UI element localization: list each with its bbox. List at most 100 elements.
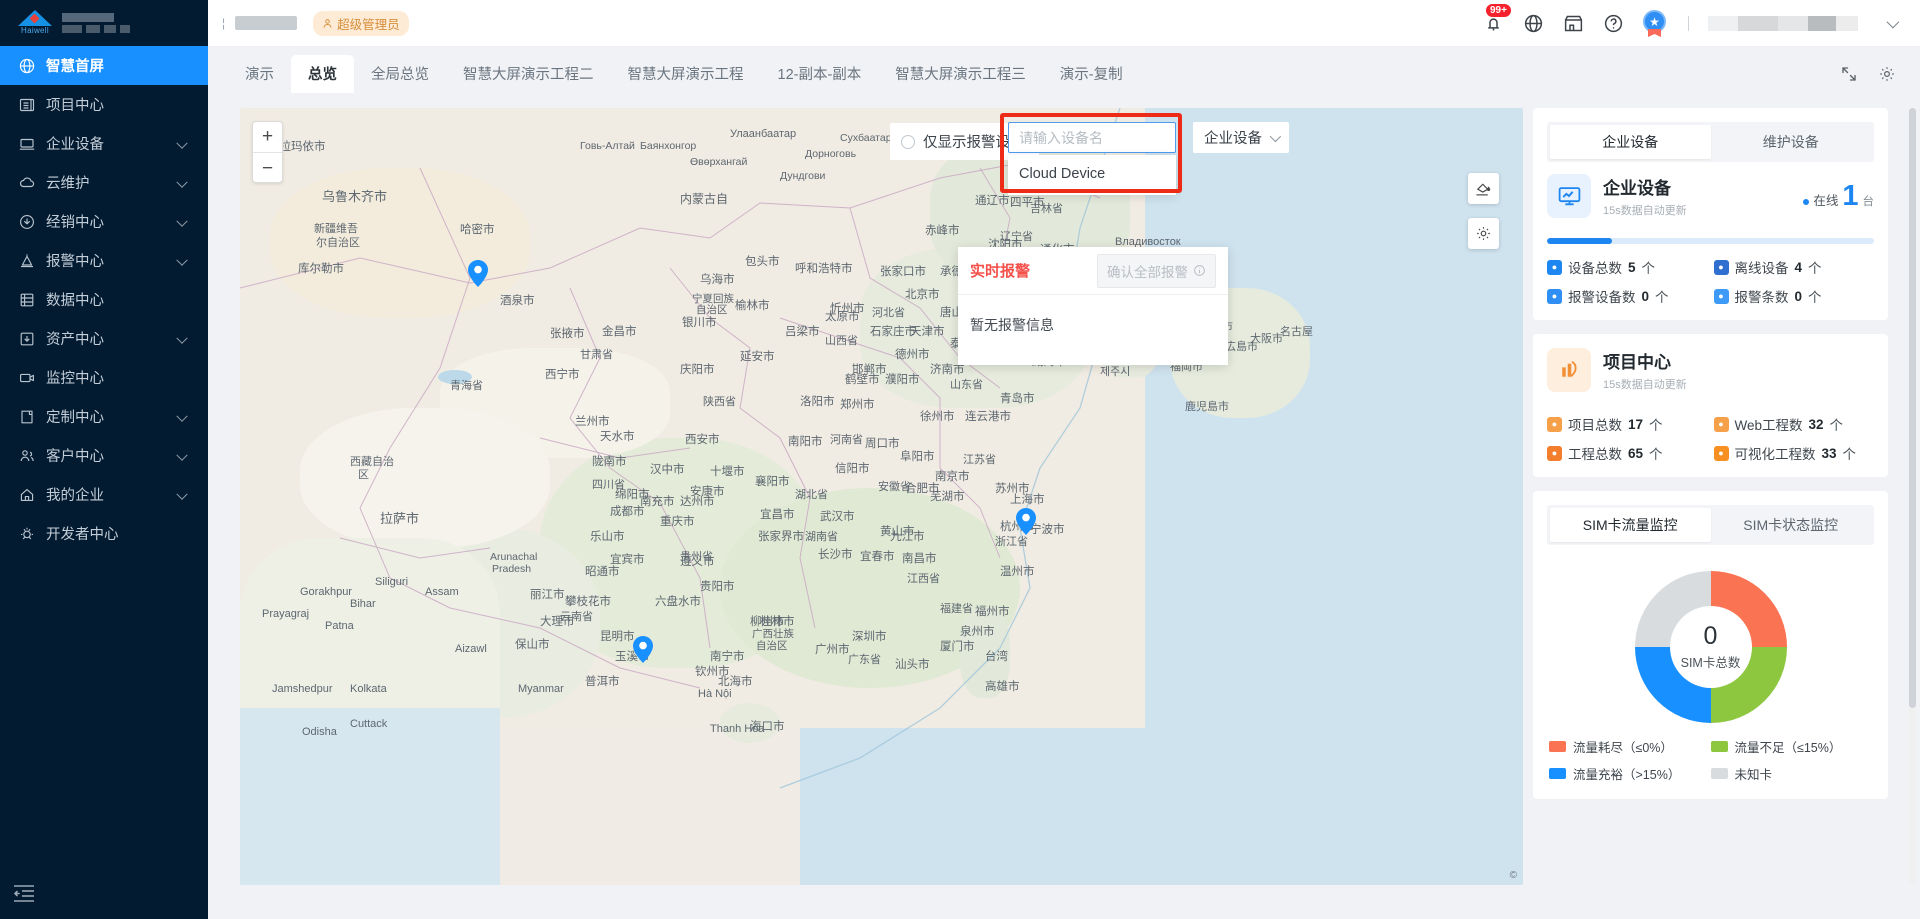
- map-marker-3[interactable]: [633, 636, 653, 663]
- sidebar-item-label: 云维护: [46, 176, 90, 192]
- chevron-down-icon[interactable]: [176, 449, 188, 461]
- alarm-only-radio[interactable]: [901, 134, 915, 149]
- medal-icon[interactable]: ★: [1643, 10, 1669, 37]
- legend-swatch: [1549, 741, 1566, 752]
- map-marker-2[interactable]: [1016, 508, 1036, 535]
- sidebar-item-6[interactable]: 报警中心: [0, 241, 208, 280]
- sidebar-item-9[interactable]: 监控中心: [0, 358, 208, 397]
- chevron-down-icon[interactable]: [176, 254, 188, 266]
- map-label: 大阪市: [1250, 333, 1283, 345]
- search-dropdown[interactable]: Cloud Device: [1008, 155, 1176, 195]
- tab-6[interactable]: 12-副本-副本: [761, 55, 879, 93]
- tab-enterprise-device[interactable]: 企业设备: [1550, 125, 1711, 159]
- tab-3[interactable]: 全局总览: [354, 55, 446, 93]
- map-label: 兰州市: [575, 416, 610, 428]
- map-label: Aizawl: [455, 643, 487, 655]
- map-label: 内蒙古自: [680, 192, 729, 206]
- tab-maintenance-device[interactable]: 维护设备: [1711, 125, 1872, 159]
- map-marker-1[interactable]: [468, 260, 488, 287]
- tab-sim-traffic-monitor[interactable]: SIM卡流量监控: [1550, 508, 1711, 542]
- enterprise-stats-grid: ● 设备总数 5 个 ● 离线设备 4 个 ● 报警设备数 0 个 ● 报警条数 0 个: [1547, 257, 1874, 306]
- map-label: 攀枝花市: [565, 596, 611, 608]
- user-name-redacted[interactable]: [1708, 15, 1858, 31]
- sidebar-item-7[interactable]: 数据中心: [0, 280, 208, 319]
- map-zoom-control[interactable]: + −: [252, 121, 283, 183]
- project-card-header: 项目中心 15s数据自动更新: [1547, 348, 1874, 392]
- map-label: 上海市: [1010, 494, 1045, 506]
- search-input-box[interactable]: [1008, 122, 1200, 153]
- fullscreen-icon[interactable]: [1840, 65, 1858, 83]
- map-label: 区: [358, 469, 369, 481]
- sidebar-item-12[interactable]: 我的企业: [0, 475, 208, 514]
- chevron-down-icon[interactable]: [176, 488, 188, 500]
- chevron-down-icon[interactable]: [1269, 130, 1282, 142]
- map-label: 南昌市: [902, 553, 937, 565]
- sidebar-item-4[interactable]: 云维护: [0, 163, 208, 202]
- map-label: 普洱市: [585, 676, 620, 688]
- collapse-sidebar-icon[interactable]: [12, 883, 36, 905]
- breadcrumb-redacted: [235, 16, 298, 30]
- map-label: 张家界市: [758, 531, 804, 543]
- map-label: 阜阳市: [900, 451, 935, 463]
- project-card-title: 项目中心: [1603, 353, 1671, 372]
- zoom-in-button[interactable]: +: [253, 122, 282, 153]
- map-settings-gear-icon[interactable]: [1468, 218, 1499, 249]
- tab-5[interactable]: 智慧大屏演示工程: [611, 55, 761, 93]
- settings-gear-icon[interactable]: [1878, 65, 1896, 83]
- map-label: 南充市: [640, 496, 675, 508]
- map-label: 北京市: [905, 289, 940, 301]
- tab-7[interactable]: 智慧大屏演示工程三: [878, 55, 1043, 93]
- sidebar-item-11[interactable]: 客户中心: [0, 436, 208, 475]
- sidebar-item-13[interactable]: 开发者中心: [0, 514, 208, 553]
- page-scrollbar[interactable]: [1909, 108, 1916, 885]
- sidebar-nav: 智慧首屏 项目中心 企业设备云维护经销中心 报警中心数据中心资产中心监控中心 定制中心客…: [0, 46, 208, 553]
- chevron-down-icon[interactable]: [176, 215, 188, 227]
- map-label: 延安市: [740, 351, 775, 363]
- chevron-down-icon[interactable]: [176, 176, 188, 188]
- sidebar-item-8[interactable]: 资产中心: [0, 319, 208, 358]
- search-input[interactable]: [1019, 129, 1200, 146]
- zoom-out-button[interactable]: −: [253, 153, 282, 184]
- help-circle-icon[interactable]: [1603, 13, 1624, 34]
- sidebar-item-label: 数据中心: [46, 293, 104, 309]
- tab-8[interactable]: 演示-复制: [1043, 55, 1140, 93]
- tab-sim-status-monitor[interactable]: SIM卡状态监控: [1711, 508, 1872, 542]
- alarm-device-icon: ●: [1547, 288, 1562, 304]
- stat-label: 可视化工程数: [1734, 447, 1816, 462]
- sidebar-item-label: 资产中心: [46, 332, 104, 348]
- ack-all-alarms-button[interactable]: 确认全部报警: [1097, 253, 1216, 288]
- map-label: 丽江市: [530, 589, 565, 601]
- sidebar-item-1[interactable]: 智慧首屏: [0, 46, 208, 85]
- stat-label: Web工程数: [1734, 418, 1803, 433]
- stat-item: ● 项目总数 17 个: [1547, 414, 1708, 434]
- sidebar-item-3[interactable]: 企业设备: [0, 124, 208, 163]
- sidebar-item-2[interactable]: 项目中心: [0, 85, 208, 124]
- map-canvas[interactable]: 乌鲁木齐市 克拉玛依市 新疆维吾 尔自治区 库尔勒市 哈密市 酒泉市 张掖市 金昌市 甘肃省 西宁市…: [240, 108, 1523, 885]
- map-label: 湖北省: [795, 489, 828, 501]
- map-label: 鹤壁市: [845, 374, 880, 386]
- chevron-down-icon[interactable]: [176, 332, 188, 344]
- map-label: 襄阳市: [755, 476, 790, 488]
- sidebar-item-5[interactable]: 经销中心: [0, 202, 208, 241]
- store-icon[interactable]: [1563, 13, 1584, 34]
- tab-4[interactable]: 智慧大屏演示工程二: [446, 55, 611, 93]
- globe-icon[interactable]: [1523, 13, 1544, 34]
- project-stats-grid: ● 项目总数 17 个 ● Web工程数 32 个 ● 工程总数 65 个 ● 可视化工程数 33 个: [1547, 414, 1874, 463]
- right-panel: 企业设备 维护设备 企业设备 15s数据自动更新 在线 1 台 ● 设备总数 5…: [1533, 108, 1888, 885]
- device-type-select[interactable]: 企业设备: [1193, 122, 1289, 153]
- map-label: 福州市: [975, 606, 1010, 618]
- alarm-count-icon: ●: [1713, 288, 1729, 304]
- tab-2[interactable]: 总览: [291, 55, 354, 93]
- stat-value: 65: [1628, 445, 1644, 461]
- monitor-chart-icon: [1547, 174, 1591, 218]
- chevron-down-icon[interactable]: [176, 137, 188, 149]
- developer-icon: [18, 525, 35, 542]
- search-option-cloud-device[interactable]: Cloud Device: [1008, 159, 1176, 189]
- paint-bucket-icon[interactable]: [1468, 173, 1499, 204]
- alarm-empty-text: 暂无报警信息: [970, 317, 1054, 333]
- chevron-down-icon[interactable]: [176, 410, 188, 422]
- chevron-down-icon[interactable]: [1886, 15, 1900, 28]
- sidebar-item-10[interactable]: 定制中心: [0, 397, 208, 436]
- bell-icon[interactable]: 99+: [1483, 3, 1511, 34]
- tab-1[interactable]: 演示: [228, 55, 291, 93]
